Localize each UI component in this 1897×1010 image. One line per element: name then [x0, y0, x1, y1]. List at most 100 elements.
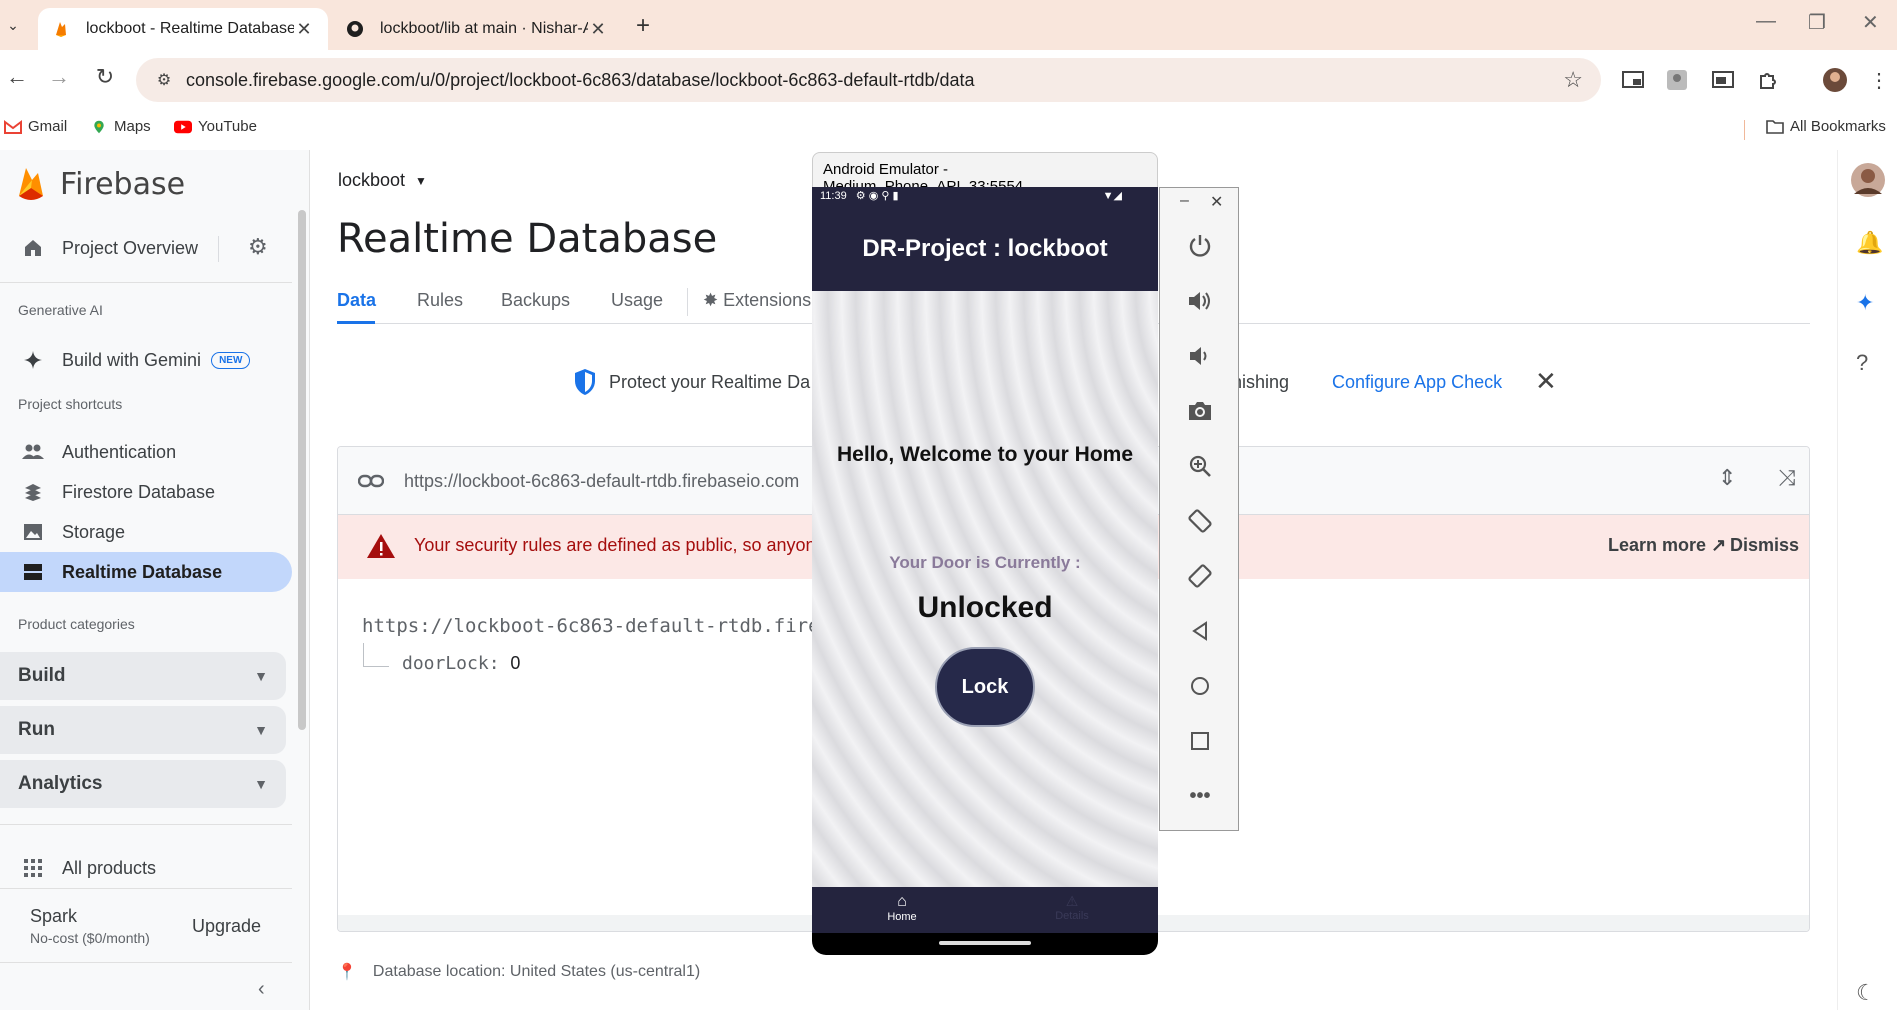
tab-firebase[interactable]: lockboot - Realtime Database - ✕: [38, 8, 328, 50]
tree-value[interactable]: 0: [510, 653, 520, 673]
sidebar-item-firestore[interactable]: Firestore Database: [0, 472, 292, 512]
power-icon[interactable]: [1182, 228, 1218, 264]
rotate-left-icon[interactable]: [1182, 503, 1218, 539]
bottom-navigation: ⌂ Home ⚠ Details: [812, 887, 1158, 933]
back-triangle-icon[interactable]: [1182, 613, 1218, 649]
camera-icon[interactable]: [1182, 393, 1218, 429]
warning-icon: [367, 534, 395, 558]
expand-all-icon[interactable]: ⇕: [1718, 465, 1736, 491]
emulator-minimize-icon[interactable]: –: [1180, 192, 1189, 210]
configure-app-check-link[interactable]: Configure App Check: [1332, 372, 1502, 393]
close-banner-icon[interactable]: ✕: [1535, 366, 1557, 397]
build-with-gemini-link[interactable]: Build with Gemini NEW: [0, 340, 292, 380]
app-bar: DR-Project : lockboot: [812, 207, 1158, 291]
lock-button[interactable]: Lock: [935, 647, 1035, 727]
nav-details-label: Details: [1055, 910, 1089, 922]
zoom-in-icon[interactable]: [1182, 448, 1218, 484]
all-products-link[interactable]: All products: [0, 848, 292, 888]
caret-down-icon: ▼: [415, 173, 427, 188]
close-window-icon[interactable]: ✕: [1862, 10, 1879, 35]
dismiss-button[interactable]: Dismiss: [1730, 535, 1799, 556]
emulator-close-icon[interactable]: ✕: [1210, 192, 1223, 212]
account-avatar-icon[interactable]: [1850, 162, 1886, 198]
sidebar-item-authentication[interactable]: Authentication: [0, 432, 292, 472]
profile-avatar-icon[interactable]: [1822, 68, 1848, 92]
volume-down-icon[interactable]: [1182, 338, 1218, 374]
nav-details[interactable]: ⚠ Details: [1032, 893, 1112, 922]
grid-icon: [18, 859, 48, 877]
bookmark-youtube[interactable]: YouTube: [174, 118, 257, 135]
restore-icon[interactable]: ❐: [1808, 10, 1826, 35]
settings-gear-icon[interactable]: ⚙: [248, 234, 268, 260]
close-tab-icon[interactable]: ✕: [294, 19, 314, 40]
volume-up-icon[interactable]: [1182, 283, 1218, 319]
nav-home[interactable]: ⌂ Home: [862, 893, 942, 923]
help-icon[interactable]: ?: [1856, 350, 1868, 376]
notifications-bell-icon[interactable]: 🔔: [1856, 230, 1883, 256]
bookmark-gmail[interactable]: Gmail: [4, 118, 67, 135]
project-selector[interactable]: lockboot ▼: [338, 170, 427, 191]
extensions-puzzle-icon[interactable]: [1755, 68, 1781, 92]
gesture-bar[interactable]: [939, 941, 1031, 945]
emulator-title-bar[interactable]: Android Emulator - Medium_Phone_API_33:5…: [812, 152, 1158, 195]
category-run[interactable]: Run ▼: [0, 706, 286, 754]
back-icon[interactable]: ←: [2, 64, 32, 90]
tab-extensions-label: Extensions: [723, 290, 812, 310]
image-icon: [18, 523, 48, 541]
app-title: DR-Project : lockboot: [862, 235, 1108, 262]
link-icon: [358, 474, 384, 488]
home-circle-icon[interactable]: [1182, 668, 1218, 704]
sidebar-divider: [0, 824, 292, 825]
address-url[interactable]: console.firebase.google.com/u/0/project/…: [186, 70, 975, 91]
reload-icon[interactable]: ↻: [90, 64, 120, 90]
extension-avatar-icon[interactable]: [1664, 68, 1690, 92]
category-build[interactable]: Build ▼: [0, 652, 286, 700]
brand-name: Firebase: [60, 166, 186, 202]
site-info-icon[interactable]: ⚙: [146, 70, 182, 90]
new-tab-icon[interactable]: +: [636, 12, 650, 40]
upgrade-button[interactable]: Upgrade: [192, 916, 261, 937]
dark-mode-moon-icon[interactable]: ☾: [1856, 980, 1876, 1006]
tree-root-node[interactable]: https://lockboot-6c863-default-rtdb.fire…: [362, 615, 854, 637]
close-tab-icon[interactable]: ✕: [588, 19, 608, 40]
category-analytics[interactable]: Analytics ▼: [0, 760, 286, 808]
browser-menu-icon[interactable]: ⋮: [1866, 68, 1892, 92]
category-label: Analytics: [18, 773, 103, 794]
tab-rules[interactable]: Rules: [417, 290, 463, 311]
cast-icon[interactable]: [1620, 68, 1646, 92]
database-url[interactable]: https://lockboot-6c863-default-rtdb.fire…: [404, 471, 799, 492]
tab-github[interactable]: lockboot/lib at main · Nishar-Al ✕: [332, 8, 622, 50]
new-badge: NEW: [211, 351, 251, 369]
overview-square-icon[interactable]: [1182, 723, 1218, 759]
collapse-sidebar-icon[interactable]: ‹: [258, 978, 265, 1001]
nav-home-label: Home: [887, 911, 917, 923]
learn-more-label: Learn more: [1608, 535, 1707, 555]
sidebar-item-realtime-database[interactable]: Realtime Database: [0, 552, 292, 592]
bookmark-label: Gmail: [28, 118, 68, 135]
address-bar[interactable]: ⚙ console.firebase.google.com/u/0/projec…: [136, 58, 1601, 102]
learn-more-link[interactable]: Learn more ↗: [1608, 535, 1726, 556]
all-bookmarks[interactable]: All Bookmarks: [1766, 118, 1886, 135]
project-name: lockboot: [338, 170, 406, 190]
maps-icon: [94, 120, 104, 133]
tab-extensions[interactable]: ✸ Extensions: [703, 290, 811, 311]
sidebar-scrollbar[interactable]: [298, 210, 306, 730]
forward-icon[interactable]: →: [44, 64, 74, 90]
sidebar-item-label: Authentication: [62, 441, 177, 462]
collapse-all-icon[interactable]: ⤨: [1778, 465, 1796, 491]
minimize-icon[interactable]: —: [1756, 10, 1776, 33]
rotate-right-icon[interactable]: [1182, 558, 1218, 594]
database-location: 📍 Database location: United States (us-c…: [337, 962, 700, 982]
tab-usage[interactable]: Usage: [611, 290, 663, 311]
tree-child-node[interactable]: doorLock: 0: [402, 653, 520, 674]
picture-in-picture-icon[interactable]: [1710, 68, 1736, 92]
sidebar-item-storage[interactable]: Storage: [0, 512, 292, 552]
tab-search-chevron-icon[interactable]: ⌄: [0, 12, 26, 38]
tab-backups[interactable]: Backups: [501, 290, 570, 311]
gemini-sparkle-icon[interactable]: ✦: [1856, 290, 1874, 316]
bookmark-star-icon[interactable]: ☆: [1563, 67, 1583, 93]
more-dots-icon[interactable]: •••: [1182, 778, 1218, 814]
bookmark-maps[interactable]: Maps: [90, 118, 151, 135]
tab-data[interactable]: Data: [337, 290, 376, 311]
firebase-logo[interactable]: Firebase: [16, 166, 185, 202]
